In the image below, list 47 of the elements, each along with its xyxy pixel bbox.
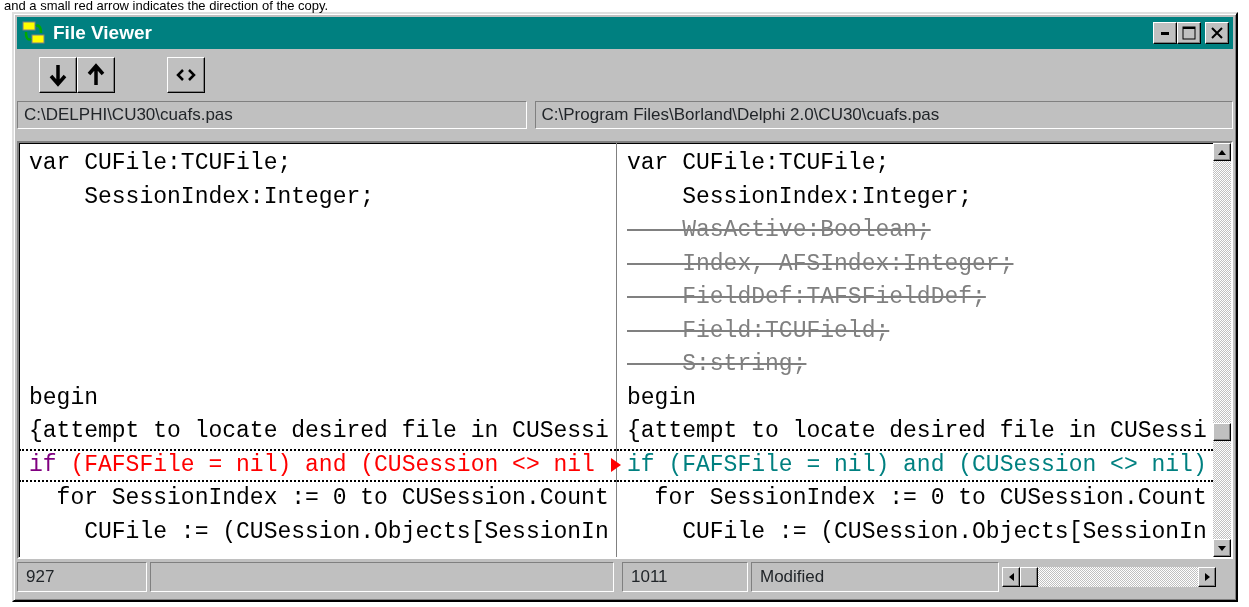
code-line: CUFile := (CUSession.Objects[SessionIn <box>681 517 1208 547</box>
right-triangle-icon <box>1204 573 1210 581</box>
copy-arrow-icon <box>610 458 622 473</box>
down-arrow-icon <box>49 63 67 87</box>
line-count: 1011 <box>622 562 748 592</box>
maximize-button[interactable] <box>1177 22 1201 44</box>
horizontal-scrollbar[interactable] <box>1002 567 1216 587</box>
up-arrow-icon <box>87 63 105 87</box>
code-line: var CUFile:TCUFile; <box>28 149 293 178</box>
close-icon <box>1211 27 1223 39</box>
file-path: C:\Program Files\Borland\Delphi 2.0\CU30\cuafs.pas <box>534 101 1233 129</box>
code-line: begin <box>626 383 697 413</box>
code-line: CUFile := (CUSession.Objects[SessionIn <box>83 517 610 547</box>
code-line: {attempt to locate desired file in CUSessi <box>626 417 1208 446</box>
angle-brackets-icon <box>176 68 196 82</box>
code-line: SessionIndex:Integer; <box>83 182 376 212</box>
line-count: 927 <box>17 562 147 592</box>
code-line: if (FAFSFile = nil) and (CUSession <> nil <box>19 448 616 482</box>
minimize-icon <box>1160 31 1170 35</box>
code-line: {attempt to locate desired file in CUSessi <box>28 417 610 446</box>
scroll-down-button[interactable] <box>1213 539 1231 557</box>
compare-button[interactable] <box>167 57 205 93</box>
code-line: begin <box>28 383 99 413</box>
scroll-right-button[interactable] <box>1198 567 1216 587</box>
copy-up-button[interactable] <box>77 57 115 93</box>
app-icon <box>21 20 47 46</box>
status-text: Modified <box>751 562 999 592</box>
caption-text: and a small red arrow indicates the direction of the copy. <box>3 0 330 12</box>
code-line: for SessionIndex := 0 to CUSession.Count <box>55 484 610 513</box>
scroll-left-button[interactable] <box>1002 567 1020 587</box>
up-triangle-icon <box>1218 149 1226 155</box>
code-line: for SessionIndex := 0 to CUSession.Count <box>653 484 1208 513</box>
scroll-thumb[interactable] <box>1213 423 1231 441</box>
scroll-up-button[interactable] <box>1213 143 1231 161</box>
close-button[interactable] <box>1205 22 1229 44</box>
code-line: SessionIndex:Integer; <box>681 182 974 212</box>
vertical-scrollbar[interactable] <box>1213 143 1231 557</box>
minimize-button[interactable] <box>1153 22 1177 44</box>
window-title: File Viewer <box>53 20 152 45</box>
maximize-icon <box>1182 26 1196 40</box>
left-triangle-icon <box>1008 573 1014 581</box>
code-line: if (FAFSFile = nil) and (CUSession <> nil) <box>617 448 1213 482</box>
code-line: var CUFile:TCUFile; <box>626 149 891 178</box>
down-triangle-icon <box>1218 545 1226 551</box>
file-path: C:\DELPHI\CU30\cuafs.pas <box>17 101 527 129</box>
copy-down-button[interactable] <box>39 57 77 93</box>
scroll-thumb[interactable] <box>1020 567 1038 587</box>
